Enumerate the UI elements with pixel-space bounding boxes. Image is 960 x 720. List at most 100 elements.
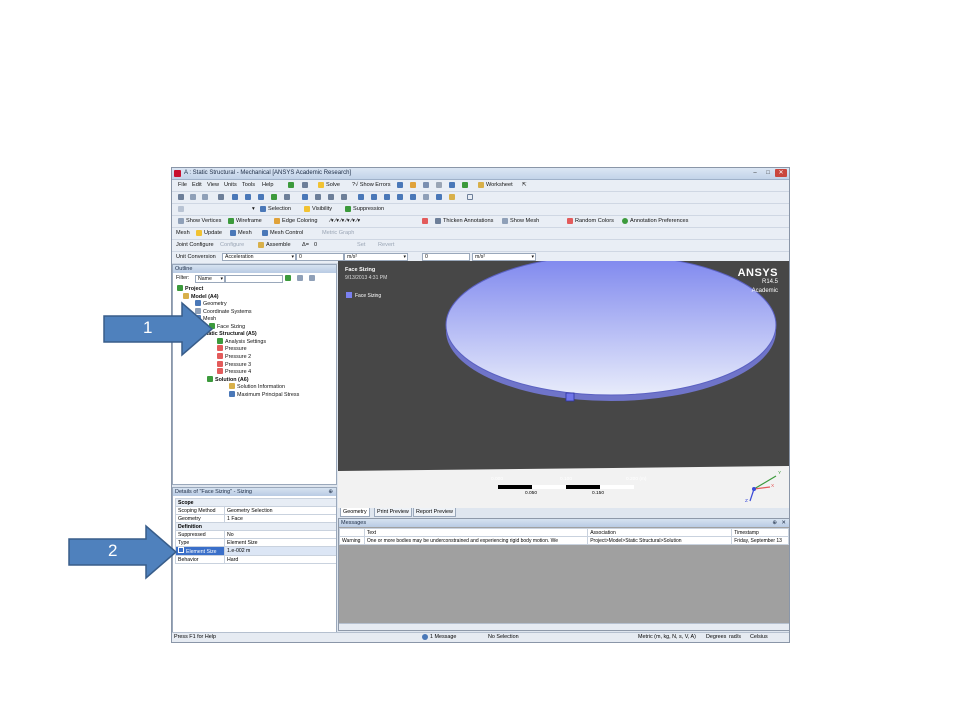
tree-pressure[interactable]: Pressure (217, 345, 247, 352)
table-row[interactable]: Warning One or more bodies may be underc… (339, 536, 789, 545)
column-header-association[interactable]: Association (587, 528, 733, 537)
thicken-annotations-button[interactable]: Thicken Annotations (443, 218, 493, 224)
status-messages[interactable]: 1 Message (430, 634, 456, 640)
filter-select[interactable]: Name ▾ (195, 275, 225, 283)
group-definition[interactable]: Definition (175, 522, 336, 531)
set-button[interactable]: Set (357, 242, 365, 248)
menu-units[interactable]: Units (224, 182, 237, 188)
tree-maximum-principal-stress[interactable]: Maximum Principal Stress (229, 391, 299, 398)
suppression-menu[interactable]: Suppression (353, 206, 384, 212)
dropdown-arrow-icon[interactable]: ▾ (252, 206, 255, 212)
selection-menu[interactable]: Selection (268, 206, 291, 212)
tree-pressure-2[interactable]: Pressure 2 (217, 353, 251, 360)
tree-analysis-settings[interactable]: Analysis Settings (217, 338, 266, 345)
tree-geometry[interactable]: Geometry (195, 300, 227, 307)
horizontal-scrollbar[interactable] (339, 623, 789, 630)
pin-icon[interactable]: ⊕ (772, 519, 777, 527)
viewports-icon[interactable] (449, 194, 455, 200)
minimize-button[interactable]: – (749, 169, 761, 177)
status-angle[interactable]: Degrees (706, 634, 726, 640)
configure-button[interactable]: Configure (220, 242, 244, 248)
pan-view-icon[interactable] (315, 194, 321, 200)
show-vertices-button[interactable]: Show Vertices (186, 218, 221, 224)
comment-icon[interactable] (436, 182, 442, 188)
status-units[interactable]: Metric (m, kg, N, s, V, A) (638, 634, 696, 640)
close-icon[interactable]: ✕ (781, 519, 786, 527)
update-button[interactable]: Update (204, 230, 222, 236)
collapse-tree-icon[interactable] (297, 275, 303, 281)
worksheet-button[interactable]: Worksheet (486, 182, 513, 188)
probe-icon[interactable] (449, 182, 455, 188)
face-select-icon[interactable] (245, 194, 251, 200)
mesh-control-menu[interactable]: Mesh Control (270, 230, 303, 236)
rotate-icon[interactable] (178, 194, 184, 200)
edge-style-icons[interactable]: ⁄▾ ⁄▾ ⁄▾ ⁄▾ ⁄▾ ⁄▾ (330, 218, 360, 224)
disk-face[interactable] (445, 261, 777, 396)
suppressed-value[interactable]: No (224, 530, 336, 539)
window-layout-icon[interactable] (467, 194, 473, 200)
show-mesh-button[interactable]: Show Mesh (510, 218, 539, 224)
menu-help[interactable]: Help (262, 182, 274, 188)
worksheet-icon[interactable] (462, 182, 468, 188)
triad-origin[interactable] (752, 487, 756, 491)
tree-project[interactable]: Project (177, 285, 203, 292)
behavior-value[interactable]: Hard (224, 555, 336, 564)
tab-print-preview[interactable]: Print Preview (374, 508, 412, 517)
tree-coordinate-systems[interactable]: Coordinate Systems (195, 308, 252, 315)
scoping-method-value[interactable]: Geometry Selection (224, 506, 336, 515)
tree-face-sizing[interactable]: Face Sizing (209, 323, 245, 330)
graphics-viewport[interactable]: Face Sizing 9/13/2013 4:31 PM Face Sizin… (338, 261, 789, 508)
previous-view-icon[interactable] (384, 194, 390, 200)
menu-file[interactable]: File (178, 182, 187, 188)
report-icon[interactable] (423, 182, 429, 188)
node-select-icon[interactable] (271, 194, 277, 200)
pin-icon[interactable]: ⊕ (328, 488, 333, 496)
parameter-checkbox[interactable] (178, 547, 184, 553)
maximize-button[interactable]: □ (762, 169, 774, 177)
metric-graph-button[interactable]: Metric Graph (322, 230, 354, 236)
tree-model[interactable]: Model (A4) (183, 293, 219, 300)
worksheet-doc-icon[interactable] (478, 182, 484, 188)
close-button[interactable]: ✕ (775, 169, 787, 177)
solve-icon[interactable] (318, 182, 324, 188)
rotate-view-icon[interactable] (302, 194, 308, 200)
edge-select-icon[interactable] (232, 194, 238, 200)
unit1-select[interactable]: m/s² ▾ (344, 253, 408, 261)
box-zoom-icon[interactable] (341, 194, 347, 200)
status-temp[interactable]: Celsius (750, 634, 768, 640)
context-help-icon[interactable]: ⇱ (522, 182, 527, 188)
filter-input[interactable] (225, 275, 283, 283)
wireframe-button[interactable]: Wireframe (236, 218, 262, 224)
arrow-icon[interactable] (302, 182, 308, 188)
type-value[interactable]: Element Size (224, 538, 336, 547)
solve-button[interactable]: Solve (326, 182, 340, 188)
select-mode-icon[interactable] (202, 194, 208, 200)
element-size-field[interactable]: 1.e-002 m (224, 546, 336, 556)
tree-static-structural[interactable]: Static Structural (A5) (195, 330, 257, 337)
annotation-preferences-button[interactable]: Annotation Preferences (630, 218, 688, 224)
tree-options-icon[interactable] (309, 275, 315, 281)
assemble-button[interactable]: Assemble (266, 242, 291, 248)
restore-view-icon[interactable] (436, 194, 442, 200)
next-view-icon[interactable] (397, 194, 403, 200)
visibility-menu[interactable]: Visibility (312, 206, 332, 212)
geometry-value[interactable]: 1 Face (224, 514, 336, 523)
tree-pressure-4[interactable]: Pressure 4 (217, 368, 251, 375)
menu-edit[interactable]: Edit (192, 182, 202, 188)
body-select-icon[interactable] (258, 194, 264, 200)
random-colors-button[interactable]: Random Colors (575, 218, 614, 224)
zoom-icon[interactable] (328, 194, 334, 200)
status-rate[interactable]: rad/s (729, 634, 741, 640)
tree-pressure-3[interactable]: Pressure 3 (217, 361, 251, 368)
isometric-icon[interactable] (410, 194, 416, 200)
unit2-select[interactable]: m/s² ▾ (472, 253, 536, 261)
pan-icon[interactable] (190, 194, 196, 200)
image-icon[interactable] (397, 182, 403, 188)
show-errors-button[interactable]: ?√ Show Errors (352, 182, 391, 188)
tree-solution-information[interactable]: Solution Information (229, 383, 285, 390)
value1-input[interactable]: 0 (296, 253, 344, 261)
new-analysis-icon[interactable] (288, 182, 294, 188)
tab-report-preview[interactable]: Report Preview (413, 508, 456, 517)
delta-value[interactable]: 0 (314, 242, 317, 248)
zoom-to-fit-icon[interactable] (358, 194, 364, 200)
